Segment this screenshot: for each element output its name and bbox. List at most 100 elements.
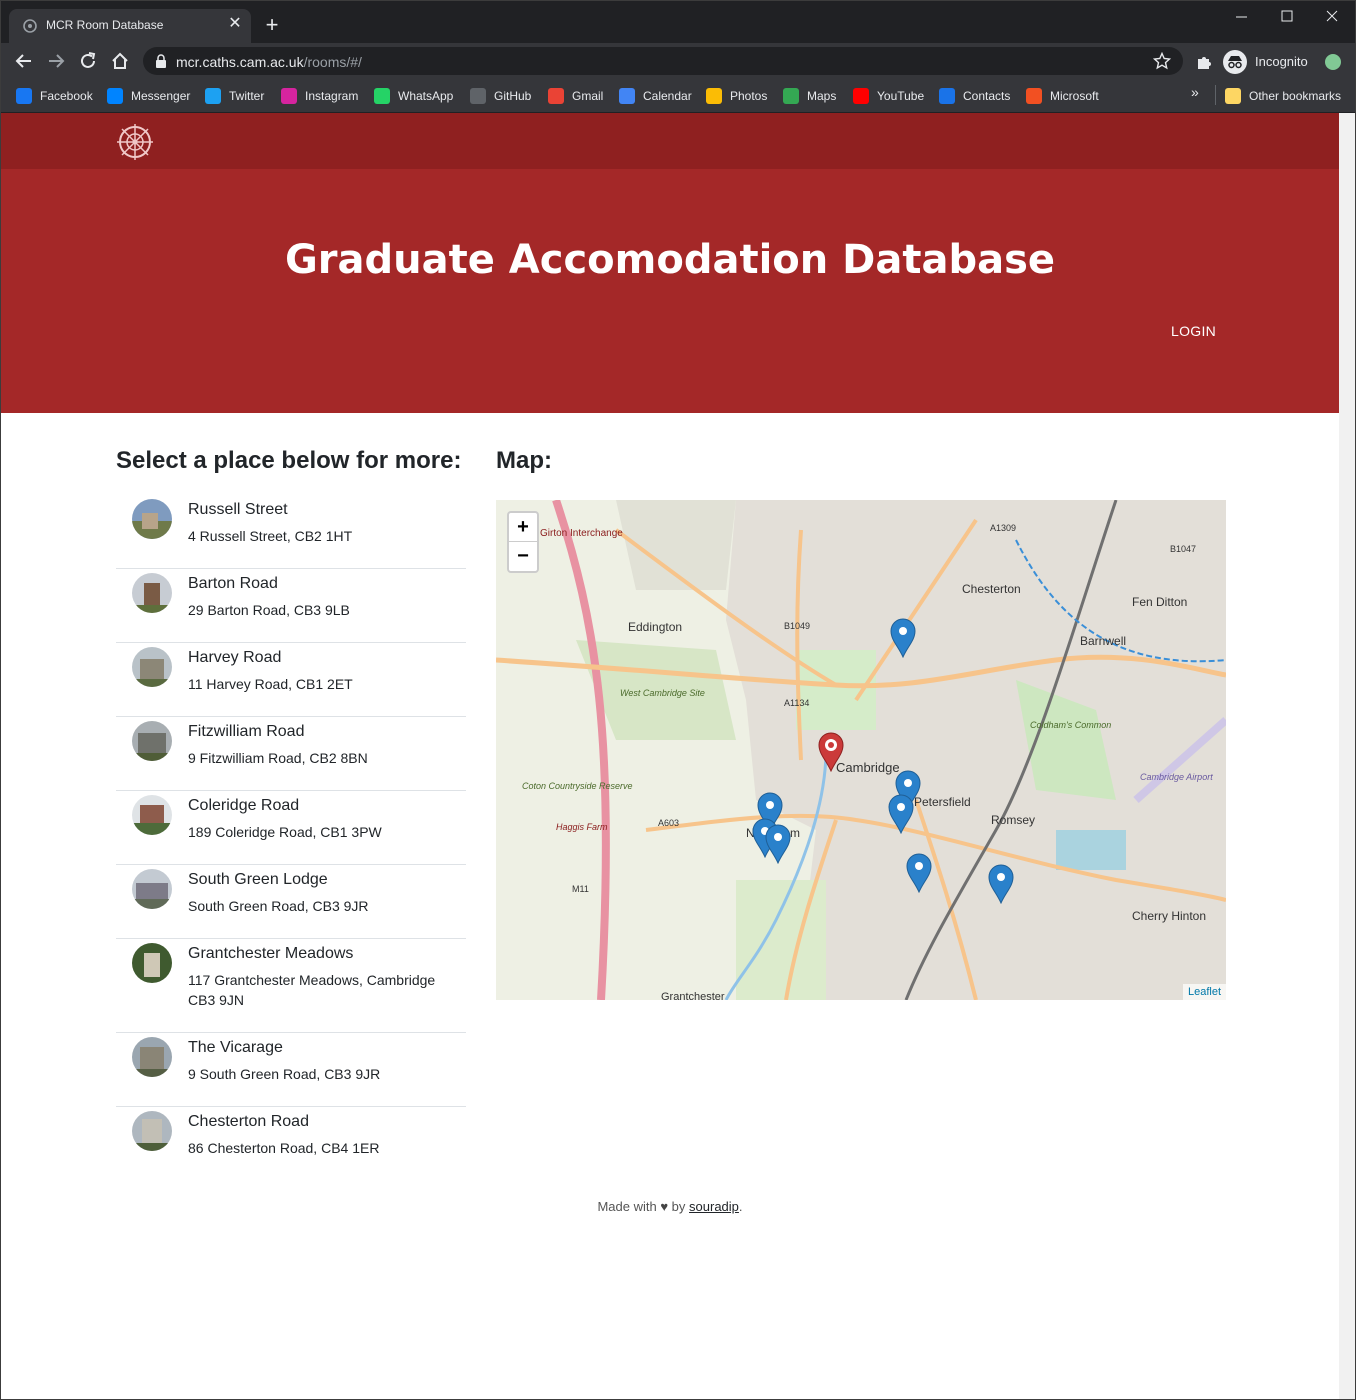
extensions-puzzle-icon[interactable] [1195, 53, 1213, 71]
bookmark-label: WhatsApp [398, 89, 454, 103]
map-marker[interactable] [988, 864, 1014, 904]
bookmark-label: YouTube [877, 89, 925, 103]
place-photo [132, 721, 172, 761]
bookmark-star-icon[interactable] [1153, 52, 1171, 70]
list-item[interactable]: Chesterton Road 86 Chesterton Road, CB4 … [116, 1107, 466, 1181]
new-tab-button[interactable]: + [261, 14, 283, 36]
bookmark-twitter[interactable]: Twitter [205, 86, 264, 106]
tab-active[interactable]: MCR Room Database ✕ [9, 9, 251, 43]
map-heading: Map: [496, 447, 552, 474]
map-marker[interactable] [888, 794, 914, 834]
bookmark-microsoft[interactable]: Microsoft [1026, 86, 1099, 106]
web-page: Graduate Accomodation Database LOGIN Sel… [1, 113, 1339, 1399]
place-address: 4 Russell Street, CB2 1HT [188, 528, 353, 544]
heart-icon: ♥ [660, 1199, 669, 1214]
close-window-icon[interactable] [1317, 7, 1347, 27]
map-view[interactable]: Girton Interchange Eddington Chesterton … [496, 500, 1226, 1000]
map-tiles[interactable]: Girton Interchange Eddington Chesterton … [496, 500, 1226, 1000]
bookmark-messenger[interactable]: Messenger [107, 86, 190, 106]
bookmark-photos[interactable]: Photos [706, 86, 767, 106]
bookmark-label: Facebook [40, 89, 93, 103]
map-label: Coldham's Common [1030, 720, 1111, 730]
minimize-icon[interactable] [1227, 7, 1257, 27]
more-bookmarks-button[interactable]: » [1191, 84, 1199, 100]
bookmarks-bar: Facebook Messenger Twitter Instagram Wha… [1, 79, 1355, 113]
bookmark-gmail[interactable]: Gmail [548, 86, 603, 106]
place-photo [132, 795, 172, 835]
photos-icon [706, 88, 722, 104]
place-address: South Green Road, CB3 9JR [188, 898, 369, 914]
list-item[interactable]: Harvey Road 11 Harvey Road, CB1 2ET [116, 643, 466, 717]
list-item[interactable]: Coleridge Road 189 Coleridge Road, CB1 3… [116, 791, 466, 865]
maximize-icon[interactable] [1272, 7, 1302, 27]
college-map-marker[interactable] [818, 732, 844, 772]
url-text: mcr.caths.cam.ac.uk/rooms/#/ [176, 54, 362, 70]
place-name: South Green Lodge [188, 871, 328, 888]
road-label: A1309 [990, 523, 1016, 533]
zoom-out-button[interactable]: − [509, 542, 537, 571]
bookmark-whatsapp[interactable]: WhatsApp [374, 86, 453, 106]
bookmark-facebook[interactable]: Facebook [16, 86, 93, 106]
bookmark-calendar[interactable]: Calendar [619, 86, 692, 106]
bookmark-other[interactable]: Other bookmarks [1225, 86, 1341, 106]
bookmark-github[interactable]: GitHub [470, 86, 531, 106]
leaflet-attribution-link[interactable]: Leaflet [1182, 984, 1226, 1000]
whatsapp-icon [374, 88, 390, 104]
bookmark-instagram[interactable]: Instagram [281, 86, 358, 106]
bookmark-youtube[interactable]: YouTube [853, 86, 924, 106]
page-scrollbar[interactable] [1339, 113, 1355, 1399]
list-item[interactable]: Grantchester Meadows 117 Grantchester Me… [116, 939, 466, 1033]
road-label: B1047 [1170, 544, 1196, 554]
address-bar[interactable]: mcr.caths.cam.ac.uk/rooms/#/ [143, 47, 1183, 75]
place-address: 29 Barton Road, CB3 9LB [188, 602, 350, 618]
map-label: Petersfield [914, 795, 971, 809]
bookmark-label: Photos [730, 89, 768, 103]
footer-middle: by [671, 1199, 686, 1214]
list-item[interactable]: The Vicarage 9 South Green Road, CB3 9JR [116, 1033, 466, 1107]
place-photo [132, 943, 172, 983]
map-label: Romsey [991, 813, 1035, 827]
road-label: B1049 [784, 621, 810, 631]
map-marker[interactable] [890, 618, 916, 658]
places-heading: Select a place below for more: [116, 447, 462, 474]
place-name: Russell Street [188, 501, 288, 518]
author-link[interactable]: souradip [689, 1199, 739, 1214]
map-label: Haggis Farm [556, 822, 608, 832]
college-logo-icon[interactable] [115, 122, 155, 162]
zoom-in-button[interactable]: + [509, 513, 537, 542]
map-marker[interactable] [765, 824, 791, 864]
map-label: Cambridge [836, 760, 900, 775]
url-host: mcr.caths.cam.ac.uk [176, 54, 304, 70]
road-label: A1134 [784, 698, 809, 708]
profile-update-icon[interactable] [1325, 54, 1341, 70]
bookmark-label: Contacts [963, 89, 1011, 103]
places-list: Russell Street 4 Russell Street, CB2 1HT… [116, 495, 466, 1181]
place-address: 9 Fitzwilliam Road, CB2 8BN [188, 750, 368, 766]
footer-prefix: Made with [597, 1199, 657, 1214]
bookmark-label: Instagram [305, 89, 359, 103]
site-navbar [1, 113, 1339, 169]
list-item[interactable]: Barton Road 29 Barton Road, CB3 9LB [116, 569, 466, 643]
list-item[interactable]: Fitzwilliam Road 9 Fitzwilliam Road, CB2… [116, 717, 466, 791]
github-icon [470, 88, 486, 104]
place-address: 189 Coleridge Road, CB1 3PW [188, 824, 382, 840]
map-marker[interactable] [906, 853, 932, 893]
forward-icon[interactable] [45, 50, 67, 72]
login-link[interactable]: LOGIN [1171, 323, 1216, 339]
home-icon[interactable] [109, 50, 131, 72]
bookmark-maps[interactable]: Maps [783, 86, 836, 106]
back-icon[interactable] [13, 50, 35, 72]
lock-icon[interactable] [155, 54, 167, 68]
list-item[interactable]: Russell Street 4 Russell Street, CB2 1HT [116, 495, 466, 569]
bookmark-contacts[interactable]: Contacts [939, 86, 1010, 106]
gmail-icon [548, 88, 564, 104]
messenger-icon [107, 88, 123, 104]
url-path: /rooms/#/ [303, 54, 362, 70]
close-tab-icon[interactable]: ✕ [226, 15, 244, 33]
contacts-icon [939, 88, 955, 104]
road-label: A603 [658, 818, 679, 828]
reload-icon[interactable] [77, 50, 99, 72]
list-item[interactable]: South Green Lodge South Green Road, CB3 … [116, 865, 466, 939]
facebook-icon [16, 88, 32, 104]
map-label: Barnwell [1080, 634, 1126, 648]
